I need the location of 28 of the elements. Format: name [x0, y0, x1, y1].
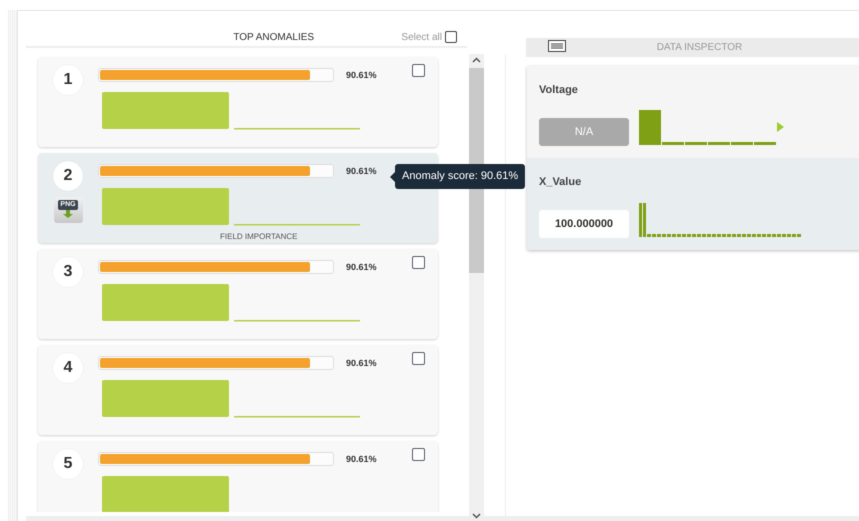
rank-badge: 3 — [53, 257, 83, 287]
field-name: Voltage — [539, 84, 578, 96]
select-checkbox[interactable] — [412, 64, 425, 76]
rank-badge: 2 — [53, 161, 83, 191]
panel-title: TOP ANOMALIES — [232, 32, 316, 42]
score-text: 90.61% — [346, 454, 378, 464]
select-checkbox[interactable] — [412, 256, 425, 268]
field-name: X_Value — [539, 176, 582, 188]
score-text: 90.61% — [346, 166, 378, 176]
anomaly-card[interactable]: 3 90.61% — [38, 249, 438, 339]
score-text: 90.61% — [346, 70, 378, 80]
download-arrow-icon — [63, 210, 73, 218]
rank-badge: 5 — [53, 449, 83, 479]
panel-title: DATA INSPECTOR — [656, 42, 744, 53]
anomaly-card[interactable]: 1 90.61% — [38, 57, 438, 147]
field-importance-label: FIELD IMPORTANCE — [220, 232, 298, 241]
select-checkbox[interactable] — [412, 352, 425, 364]
score-text: 90.61% — [346, 262, 378, 272]
menu-icon[interactable] — [548, 40, 566, 52]
anomaly-card[interactable]: 4 90.61% — [38, 345, 438, 435]
field-value: 100.000000 — [539, 210, 629, 238]
score-tooltip: Anomaly score: 90.61% — [390, 164, 526, 189]
rank-badge: 4 — [53, 353, 83, 383]
rank-badge: 1 — [53, 65, 83, 95]
select-checkbox[interactable] — [412, 448, 425, 460]
anomaly-card[interactable]: 5 90.61% — [38, 441, 438, 512]
field-value: N/A — [539, 118, 629, 146]
score-text: 90.61% — [346, 358, 378, 368]
